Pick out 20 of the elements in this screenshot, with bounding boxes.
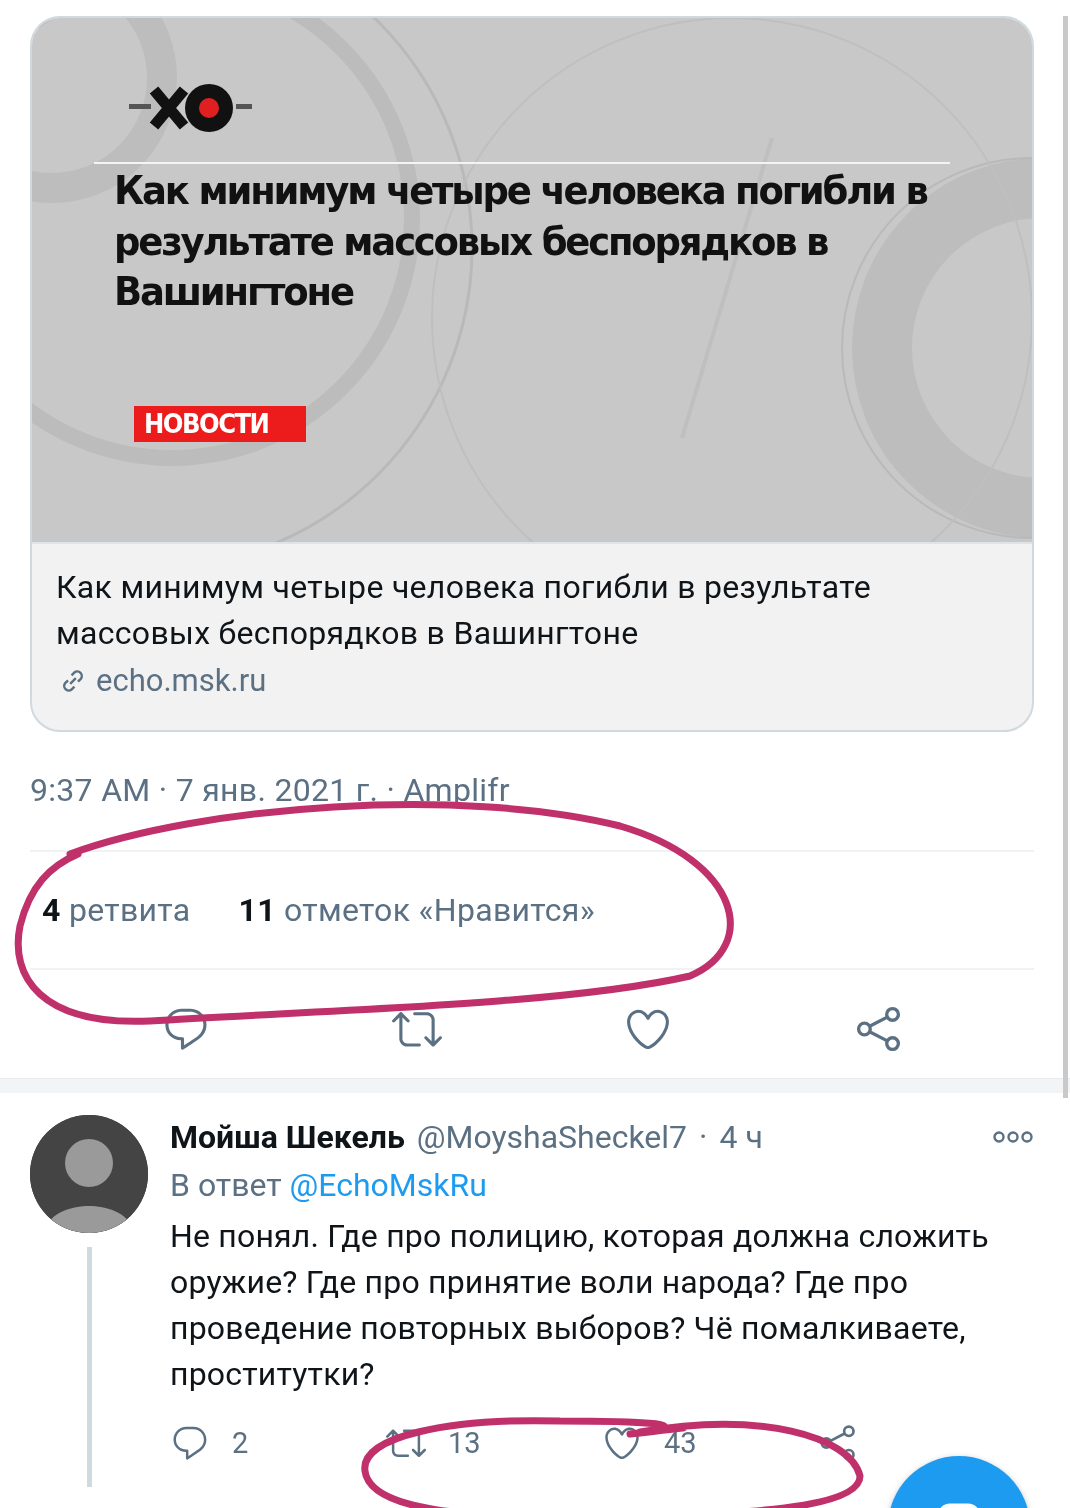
image-headline: Как минимум четыре человека погибли в результате массовых беспорядков в Вашингтоне — [114, 167, 929, 317]
separator-dot: · — [699, 1117, 708, 1158]
share-icon[interactable] — [818, 1423, 858, 1463]
action-count: 13 — [448, 1426, 481, 1460]
link-card[interactable]: Как минимум четыре человека погибли в результате массовых беспорядков в Вашингтоне НОВОСТИ Как минимум четыре человека погибли в результате массовых беспорядков в Вашингтоне echo.msk.ru — [30, 16, 1034, 732]
tweet-timestamp: 9:37 AM · 7 янв. 2021 г. · Amplifr — [30, 770, 1034, 852]
link-title[interactable]: Как минимум четыре человека погибли в результате массовых беспорядков в Вашингтоне — [56, 564, 956, 656]
tweet-text: Не понял. Где про полицию, которая должна сложить оружие? Где про принятие воли народа? Где про проведение повторных выборов? Чё помалкиваете, проститутки? — [170, 1216, 990, 1395]
scrollbar[interactable] — [1063, 16, 1068, 1098]
reply-label: В ответ — [170, 1166, 282, 1204]
engagement-count[interactable]: 11 отметок «Нравится» — [238, 886, 595, 934]
news-label: НОВОСТИ — [134, 406, 307, 442]
author-handle[interactable]: @MoyshaSheckel7 — [416, 1115, 688, 1159]
link-domain[interactable]: echo.msk.ru — [96, 656, 267, 706]
more-icon[interactable] — [992, 1130, 1034, 1144]
engagement-count[interactable]: 4 ретвита — [42, 886, 191, 934]
action-count: 43 — [664, 1426, 697, 1460]
author-name[interactable]: Мойша Шекель — [170, 1115, 405, 1159]
action-count: 2 — [232, 1426, 249, 1460]
tweet-time: 4 ч — [719, 1117, 763, 1158]
